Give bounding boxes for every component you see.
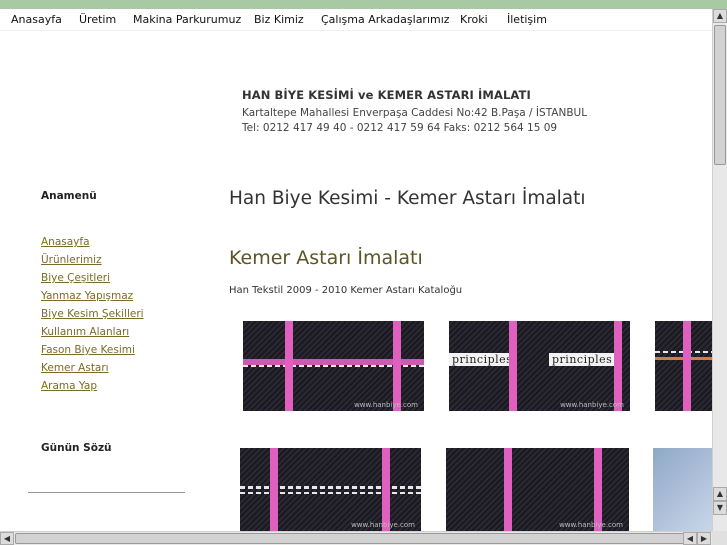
nav-uretim[interactable]: Üretim <box>79 13 116 26</box>
product-thumbnail-2[interactable]: principles principles www.hanbiye.com <box>449 321 630 411</box>
horizontal-scrollbar[interactable]: ◀ ◀ ▶ <box>0 531 712 545</box>
vertical-scrollbar[interactable]: ▲ ▲ ▼ <box>712 9 727 531</box>
sidebar-link-arama-yap[interactable]: Arama Yap <box>41 380 97 392</box>
sidebar-link-kemer-astari[interactable]: Kemer Astarı <box>41 362 109 374</box>
page-title: Han Biye Kesimi - Kemer Astarı İmalatı <box>229 188 586 209</box>
scroll-up-icon[interactable]: ▲ <box>713 487 727 501</box>
company-phone: Tel: 0212 417 49 40 - 0212 417 59 64 Fak… <box>242 122 558 134</box>
fabric-text: principles <box>449 353 516 366</box>
pink-stripe <box>285 321 293 411</box>
sidebar-link-biye-kesim-sekilleri[interactable]: Biye Kesim Şekilleri <box>41 308 144 320</box>
product-thumbnail-6[interactable] <box>653 448 712 531</box>
nav-anasayfa[interactable]: Anasayfa <box>11 13 62 26</box>
sidebar-link-fason-biye-kesimi[interactable]: Fason Biye Kesimi <box>41 344 135 356</box>
pink-stripe <box>509 321 517 411</box>
nav-kroki[interactable]: Kroki <box>460 13 488 26</box>
sidebar-divider <box>28 492 185 493</box>
company-title: HAN BİYE KESİMİ ve KEMER ASTARI İMALATI <box>242 88 531 102</box>
top-navigation: Anasayfa Üretim Makina Parkurumuz Biz Ki… <box>0 9 712 31</box>
sidebar-link-kullanim-alanlari[interactable]: Kullanım Alanları <box>41 326 129 338</box>
scroll-up-icon[interactable]: ▲ <box>713 9 727 23</box>
nav-biz-kimiz[interactable]: Biz Kimiz <box>254 13 304 26</box>
scroll-down-icon[interactable]: ▼ <box>713 501 727 515</box>
sidebar-menu-heading: Anamenü <box>41 190 97 202</box>
scroll-right-icon[interactable]: ▶ <box>697 532 711 545</box>
product-thumbnail-5[interactable]: www.hanbiye.com <box>446 448 629 531</box>
scroll-left-icon[interactable]: ◀ <box>683 532 697 545</box>
pink-stripe <box>614 321 622 411</box>
pink-stripe <box>504 448 512 531</box>
sidebar-link-anasayfa[interactable]: Anasayfa <box>41 236 90 248</box>
pink-stripe <box>683 321 691 411</box>
section-title: Kemer Astarı İmalatı <box>229 247 423 269</box>
fabric-texture <box>653 448 712 531</box>
fabric-texture <box>449 321 630 411</box>
fabric-texture <box>240 448 421 531</box>
watermark: www.hanbiye.com <box>354 401 418 409</box>
pink-stripe <box>382 448 390 531</box>
watermark: www.hanbiye.com <box>351 521 415 529</box>
fabric-text: principles <box>549 353 616 366</box>
top-strip <box>0 0 727 9</box>
vertical-scroll-thumb[interactable] <box>714 25 726 165</box>
sidebar-quote-heading: Günün Sözü <box>41 442 112 454</box>
sidebar-link-yanmaz-yapismaz[interactable]: Yanmaz Yapışmaz <box>41 290 133 302</box>
company-header: HAN BİYE KESİMİ ve KEMER ASTARI İMALATI … <box>242 88 587 134</box>
watermark: www.hanbiye.com <box>560 401 624 409</box>
scrollbar-corner <box>712 531 727 545</box>
sidebar-link-biye-cesitleri[interactable]: Biye Çeşitleri <box>41 272 110 284</box>
company-address: Kartaltepe Mahallesi Enverpaşa Caddesi N… <box>242 107 588 119</box>
stitch-line <box>240 486 421 489</box>
scroll-left-icon[interactable]: ◀ <box>0 532 14 545</box>
sidebar-link-urunlerimiz[interactable]: Ürünlerimiz <box>41 254 102 266</box>
stitch-line <box>240 492 421 494</box>
nav-calisma-arkadaslarimiz[interactable]: Çalışma Arkadaşlarımız <box>321 13 450 26</box>
watermark: www.hanbiye.com <box>559 521 623 529</box>
pink-stripe <box>393 321 401 411</box>
product-thumbnail-1[interactable]: www.hanbiye.com <box>243 321 424 411</box>
product-thumbnail-3[interactable] <box>655 321 712 411</box>
nav-makina-parkurumuz[interactable]: Makina Parkurumuz <box>133 13 241 26</box>
nav-iletisim[interactable]: İletişim <box>507 13 547 26</box>
product-thumbnail-4[interactable]: www.hanbiye.com <box>240 448 421 531</box>
pink-stripe <box>594 448 602 531</box>
pink-stripe <box>270 448 278 531</box>
catalog-caption: Han Tekstil 2009 - 2010 Kemer Astarı Kat… <box>229 285 463 296</box>
horizontal-scroll-thumb[interactable] <box>15 533 697 544</box>
